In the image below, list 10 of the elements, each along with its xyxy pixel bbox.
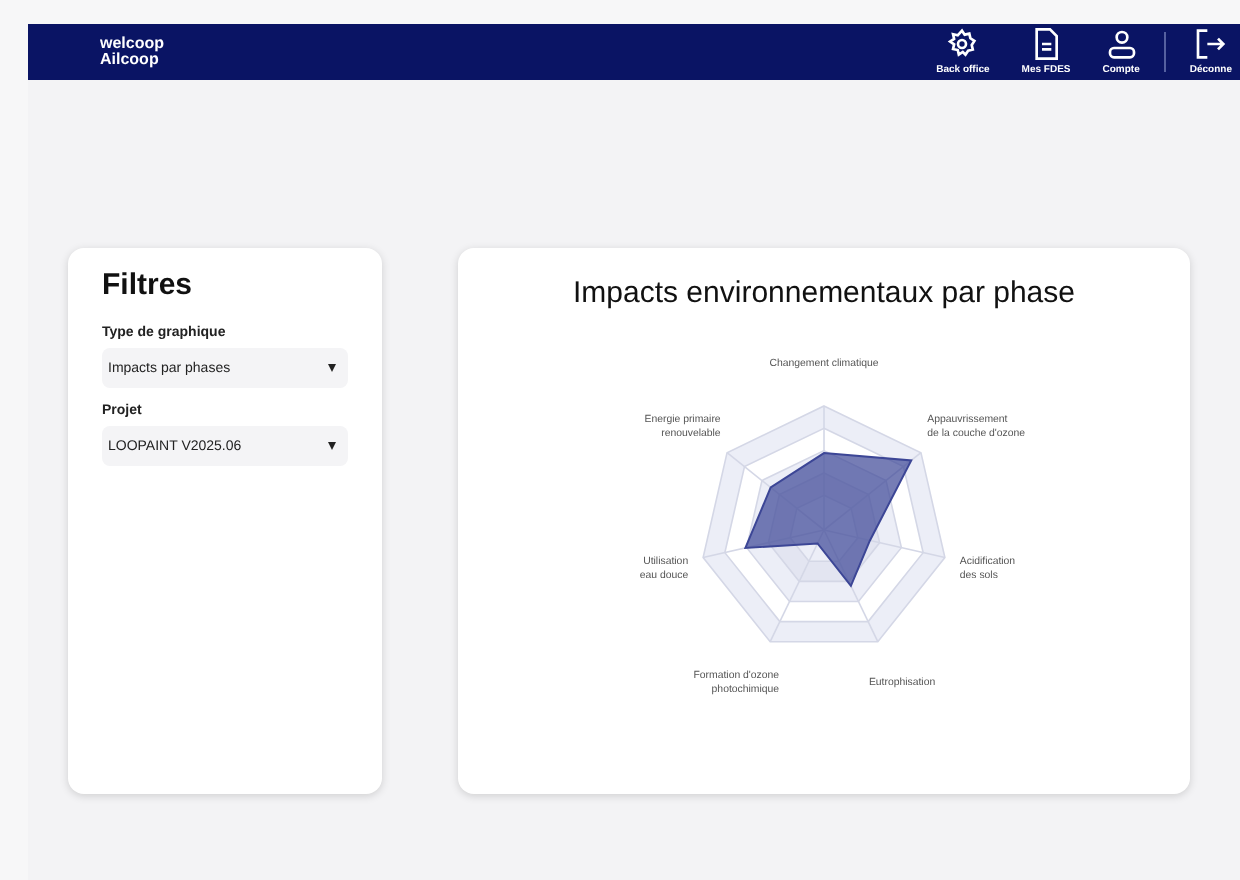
user-icon [1105, 28, 1138, 60]
caret-icon [328, 364, 336, 372]
logout-icon [1194, 28, 1227, 60]
caret-icon [328, 442, 336, 450]
logo-text: Ailcoop [100, 52, 159, 68]
settings-icon [946, 28, 979, 60]
logo-text: welcoop [100, 36, 165, 52]
filters-title: Filtres [102, 268, 195, 302]
document-icon [1032, 28, 1061, 60]
chart-title: Impacts environnementaux par phase [573, 276, 1075, 310]
